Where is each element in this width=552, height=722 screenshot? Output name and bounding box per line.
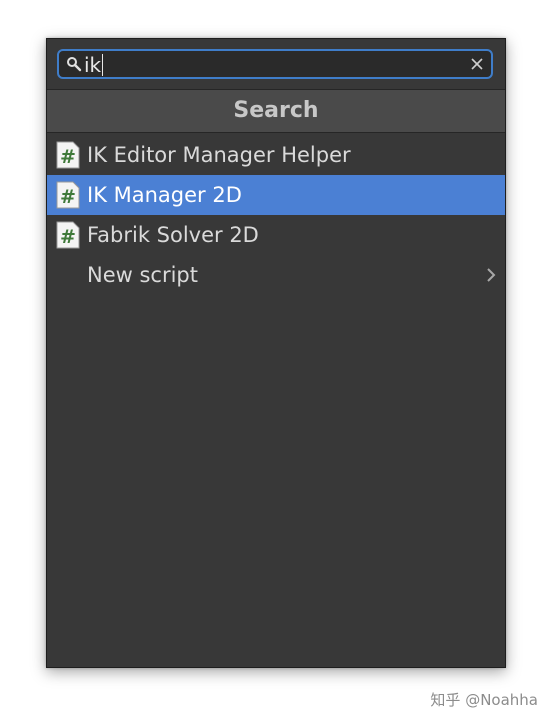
list-item-label: Fabrik Solver 2D [87, 223, 259, 247]
search-row: ik [47, 39, 505, 89]
csharp-script-icon: # [56, 141, 80, 169]
results-list: # IK Editor Manager Helper # IK Manager … [47, 135, 505, 295]
close-icon[interactable] [469, 56, 485, 72]
list-item-fabrik-solver-2d[interactable]: # Fabrik Solver 2D [47, 215, 505, 255]
search-header: Search [47, 89, 505, 133]
list-item-ik-editor-manager-helper[interactable]: # IK Editor Manager Helper [47, 135, 505, 175]
search-input-text: ik [84, 53, 104, 77]
new-script-item[interactable]: New script [47, 255, 505, 295]
list-item-ik-manager-2d[interactable]: # IK Manager 2D [47, 175, 505, 215]
list-item-label: IK Manager 2D [87, 183, 242, 207]
svg-text:#: # [60, 186, 76, 208]
chevron-right-icon [487, 268, 496, 282]
svg-text:#: # [60, 146, 76, 168]
search-icon [67, 57, 82, 72]
csharp-script-icon: # [56, 181, 80, 209]
search-input[interactable]: ik [57, 49, 493, 79]
add-component-popup: ik Search # IK Editor Manager Helper # I… [46, 38, 506, 668]
list-item-label: IK Editor Manager Helper [87, 143, 351, 167]
new-script-label: New script [87, 263, 198, 287]
watermark: 知乎 @Noahha [430, 691, 538, 709]
csharp-script-icon: # [56, 221, 80, 249]
svg-text:#: # [60, 226, 76, 248]
text-caret [102, 54, 104, 76]
